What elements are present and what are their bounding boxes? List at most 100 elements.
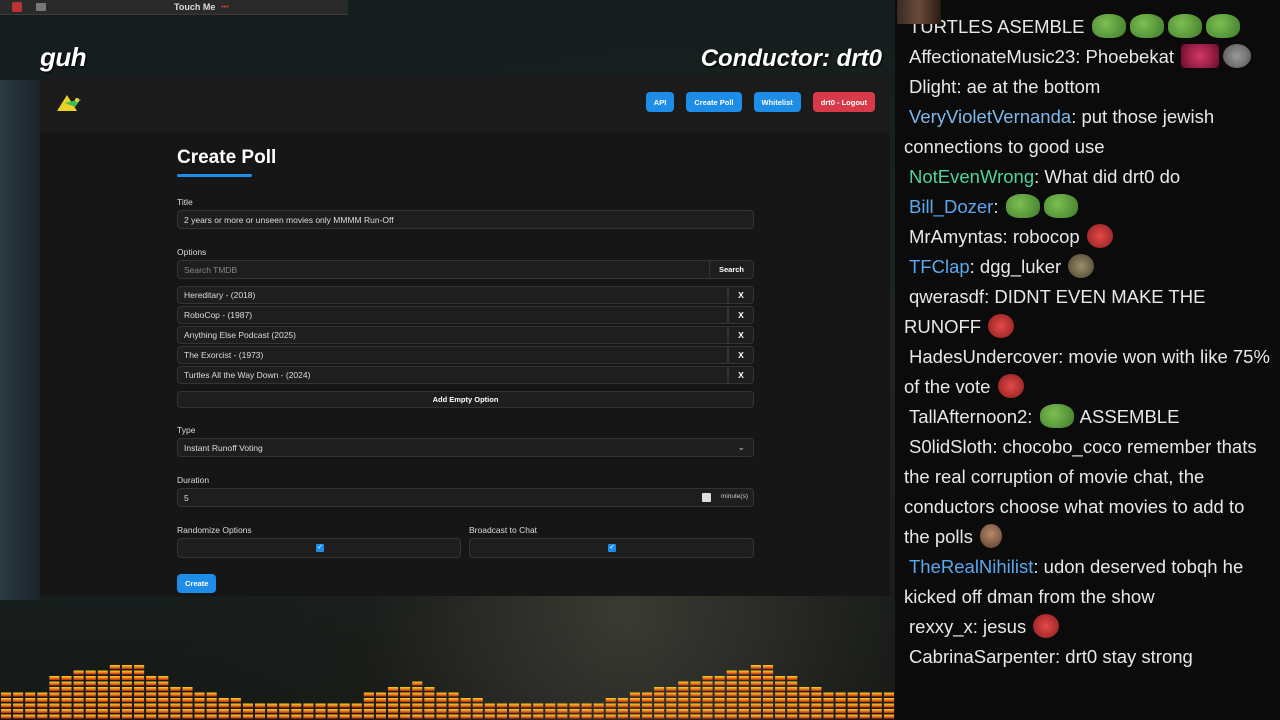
chat-username[interactable]: TFClap (909, 256, 970, 277)
chat-username[interactable]: rexxy_x (909, 616, 973, 637)
visualizer-segment (97, 709, 108, 713)
chat-username[interactable]: AffectionateMusic23 (909, 46, 1075, 67)
chat-username[interactable]: Dlight (909, 76, 956, 97)
whitelist-button[interactable]: Whitelist (753, 92, 801, 112)
duration-unit: minute(s) (720, 493, 748, 500)
chat-message: NotEvenWrong: What did drt0 do (895, 162, 1280, 192)
visualizer-segment (158, 714, 169, 719)
remove-option-button[interactable]: X (728, 306, 754, 324)
visualizer-segment (811, 692, 822, 697)
visualizer-segment (702, 709, 713, 713)
visualizer-segment (775, 714, 786, 719)
visualizer-segment (351, 703, 362, 708)
remove-option-button[interactable]: X (728, 346, 754, 364)
api-button[interactable]: API (645, 92, 675, 112)
visualizer-segment (412, 681, 423, 686)
visualizer-segment (775, 709, 786, 713)
chat-username[interactable]: HadesUndercover (909, 346, 1058, 367)
option-input[interactable]: Turtles All the Way Down - (2024) (177, 366, 728, 384)
visualizer-segment (109, 698, 120, 702)
chat-message: CabrinaSarpenter: drt0 stay strong (895, 642, 1280, 672)
chat-username[interactable]: MrAmyntas (909, 226, 1003, 247)
chat-username[interactable]: qwerasdf (909, 286, 984, 307)
visualizer-segment (424, 698, 435, 702)
broadcast-checkbox[interactable]: ✓ (608, 544, 616, 552)
visualizer-segment (73, 714, 84, 719)
chat-username[interactable]: TallAfternoon2 (909, 406, 1027, 427)
option-input[interactable]: Hereditary - (2018) (177, 286, 728, 304)
option-row: Turtles All the Way Down - (2024) X (177, 366, 754, 384)
option-input[interactable]: Anything Else Podcast (2025) (177, 326, 728, 344)
visualizer-segment (97, 681, 108, 686)
visualizer-segment (859, 709, 870, 713)
create-poll-form: Create Poll Title 2 years or more or uns… (177, 147, 754, 593)
chat-username[interactable]: Bill_Dozer (909, 196, 993, 217)
remove-option-button[interactable]: X (728, 286, 754, 304)
visualizer-segment (775, 692, 786, 697)
visualizer-segment (388, 714, 399, 719)
visualizer-segment (267, 714, 278, 719)
visualizer-segment (496, 709, 507, 713)
logo-icon[interactable] (55, 91, 83, 113)
option-input[interactable]: The Exorcist - (1973) (177, 346, 728, 364)
stepper-icon[interactable] (702, 493, 711, 502)
visualizer-segment (61, 692, 72, 697)
visualizer-segment (49, 714, 60, 719)
visualizer-segment (375, 703, 387, 708)
randomize-checkbox[interactable]: ✓ (316, 544, 324, 552)
visualizer-segment (750, 709, 761, 713)
chat-text: : (993, 196, 1004, 217)
chat-message: AffectionateMusic23: Phoebekat (895, 42, 1280, 72)
visualizer-segment (49, 709, 60, 713)
search-button[interactable]: Search (709, 260, 754, 279)
gray-emote-icon (1223, 44, 1252, 68)
visualizer-segment (170, 692, 181, 697)
chat-username[interactable]: S0lidSloth (909, 436, 992, 457)
chat-text: : dgg_luker (969, 256, 1067, 277)
remove-option-button[interactable]: X (728, 326, 754, 344)
visualizer-segment (49, 692, 60, 697)
visualizer-segment (472, 709, 483, 713)
logout-button[interactable]: drt0 - Logout (812, 92, 875, 112)
visualizer-segment (569, 703, 580, 708)
chat-username[interactable]: NotEvenWrong (909, 166, 1034, 187)
title-underline (177, 174, 252, 177)
chat-username[interactable]: CabrinaSarpenter (909, 646, 1055, 667)
visualizer-segment (400, 714, 411, 719)
visualizer-segment (303, 714, 314, 719)
chat-username[interactable]: VeryVioletVernanda (909, 106, 1071, 127)
visualizer-segment (678, 692, 689, 697)
soldier-emote-icon (1068, 254, 1095, 278)
visualizer-segment (678, 709, 689, 713)
remove-option-button[interactable]: X (728, 366, 754, 384)
add-empty-option-button[interactable]: Add Empty Option (177, 391, 754, 408)
visualizer-segment (49, 698, 60, 702)
visualizer-segment (533, 703, 544, 708)
chat-text: : robocop (1002, 226, 1085, 247)
create-poll-button[interactable]: Create Poll (686, 92, 742, 112)
visualizer-segment (484, 714, 495, 719)
visualizer-segment (883, 698, 894, 702)
duration-input[interactable]: 5 minute(s) (177, 488, 754, 507)
visualizer-segment (158, 709, 169, 713)
option-input[interactable]: RoboCop - (1987) (177, 306, 728, 324)
visualizer-segment (762, 681, 774, 686)
visualizer-segment (1, 692, 12, 697)
type-select[interactable]: Instant Runoff Voting ⌄ (177, 438, 754, 457)
visualizer-segment (109, 709, 120, 713)
visualizer-segment (182, 714, 193, 719)
chat-username[interactable]: TheRealNihilist (909, 556, 1033, 577)
create-button[interactable]: Create (177, 574, 217, 593)
title-input[interactable]: 2 years or more or unseen movies only MM… (177, 210, 754, 229)
visualizer-segment (97, 670, 108, 675)
search-input[interactable]: Search TMDB (177, 260, 710, 279)
visualizer-segment (581, 714, 592, 719)
visualizer-segment (388, 698, 399, 702)
visualizer-segment (835, 698, 846, 702)
visualizer-segment (170, 687, 181, 691)
visualizer-segment (690, 714, 701, 719)
visualizer-segment (206, 709, 217, 713)
visualizer-segment (412, 703, 423, 708)
visualizer-segment (436, 709, 447, 713)
overlay-title-bar: Touch Me ••• (0, 0, 348, 15)
